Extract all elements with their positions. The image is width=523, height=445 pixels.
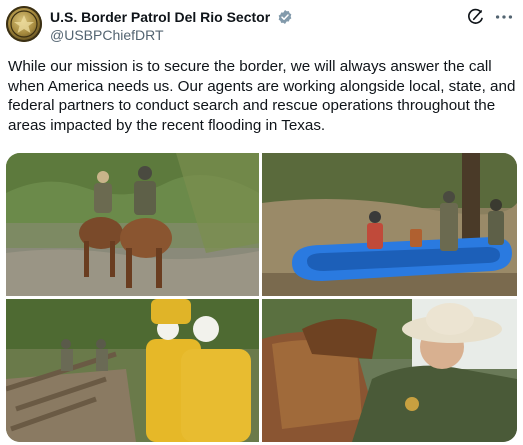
verified-badge-icon xyxy=(278,10,291,24)
photo-saddling-horse[interactable] xyxy=(262,299,517,442)
border-patrol-seal-icon xyxy=(10,10,38,38)
more-options-icon[interactable] xyxy=(493,6,515,28)
post-header: U.S. Border Patrol Del Rio Sector @USBPC… xyxy=(6,6,515,46)
author-names: U.S. Border Patrol Del Rio Sector @USBPC… xyxy=(50,8,293,44)
photo-raft-river[interactable] xyxy=(262,153,517,296)
author-display-name[interactable]: U.S. Border Patrol Del Rio Sector xyxy=(50,8,270,26)
media-grid xyxy=(6,153,517,442)
post-card: U.S. Border Patrol Del Rio Sector @USBPC… xyxy=(0,0,523,445)
avatar[interactable] xyxy=(6,6,42,42)
photo-responders-debris[interactable] xyxy=(6,299,259,442)
post-text: While our mission is to secure the borde… xyxy=(8,58,516,134)
photo-horseback-flood[interactable] xyxy=(6,153,259,296)
author-handle[interactable]: @USBPChiefDRT xyxy=(50,26,293,44)
grok-icon[interactable] xyxy=(467,8,485,26)
